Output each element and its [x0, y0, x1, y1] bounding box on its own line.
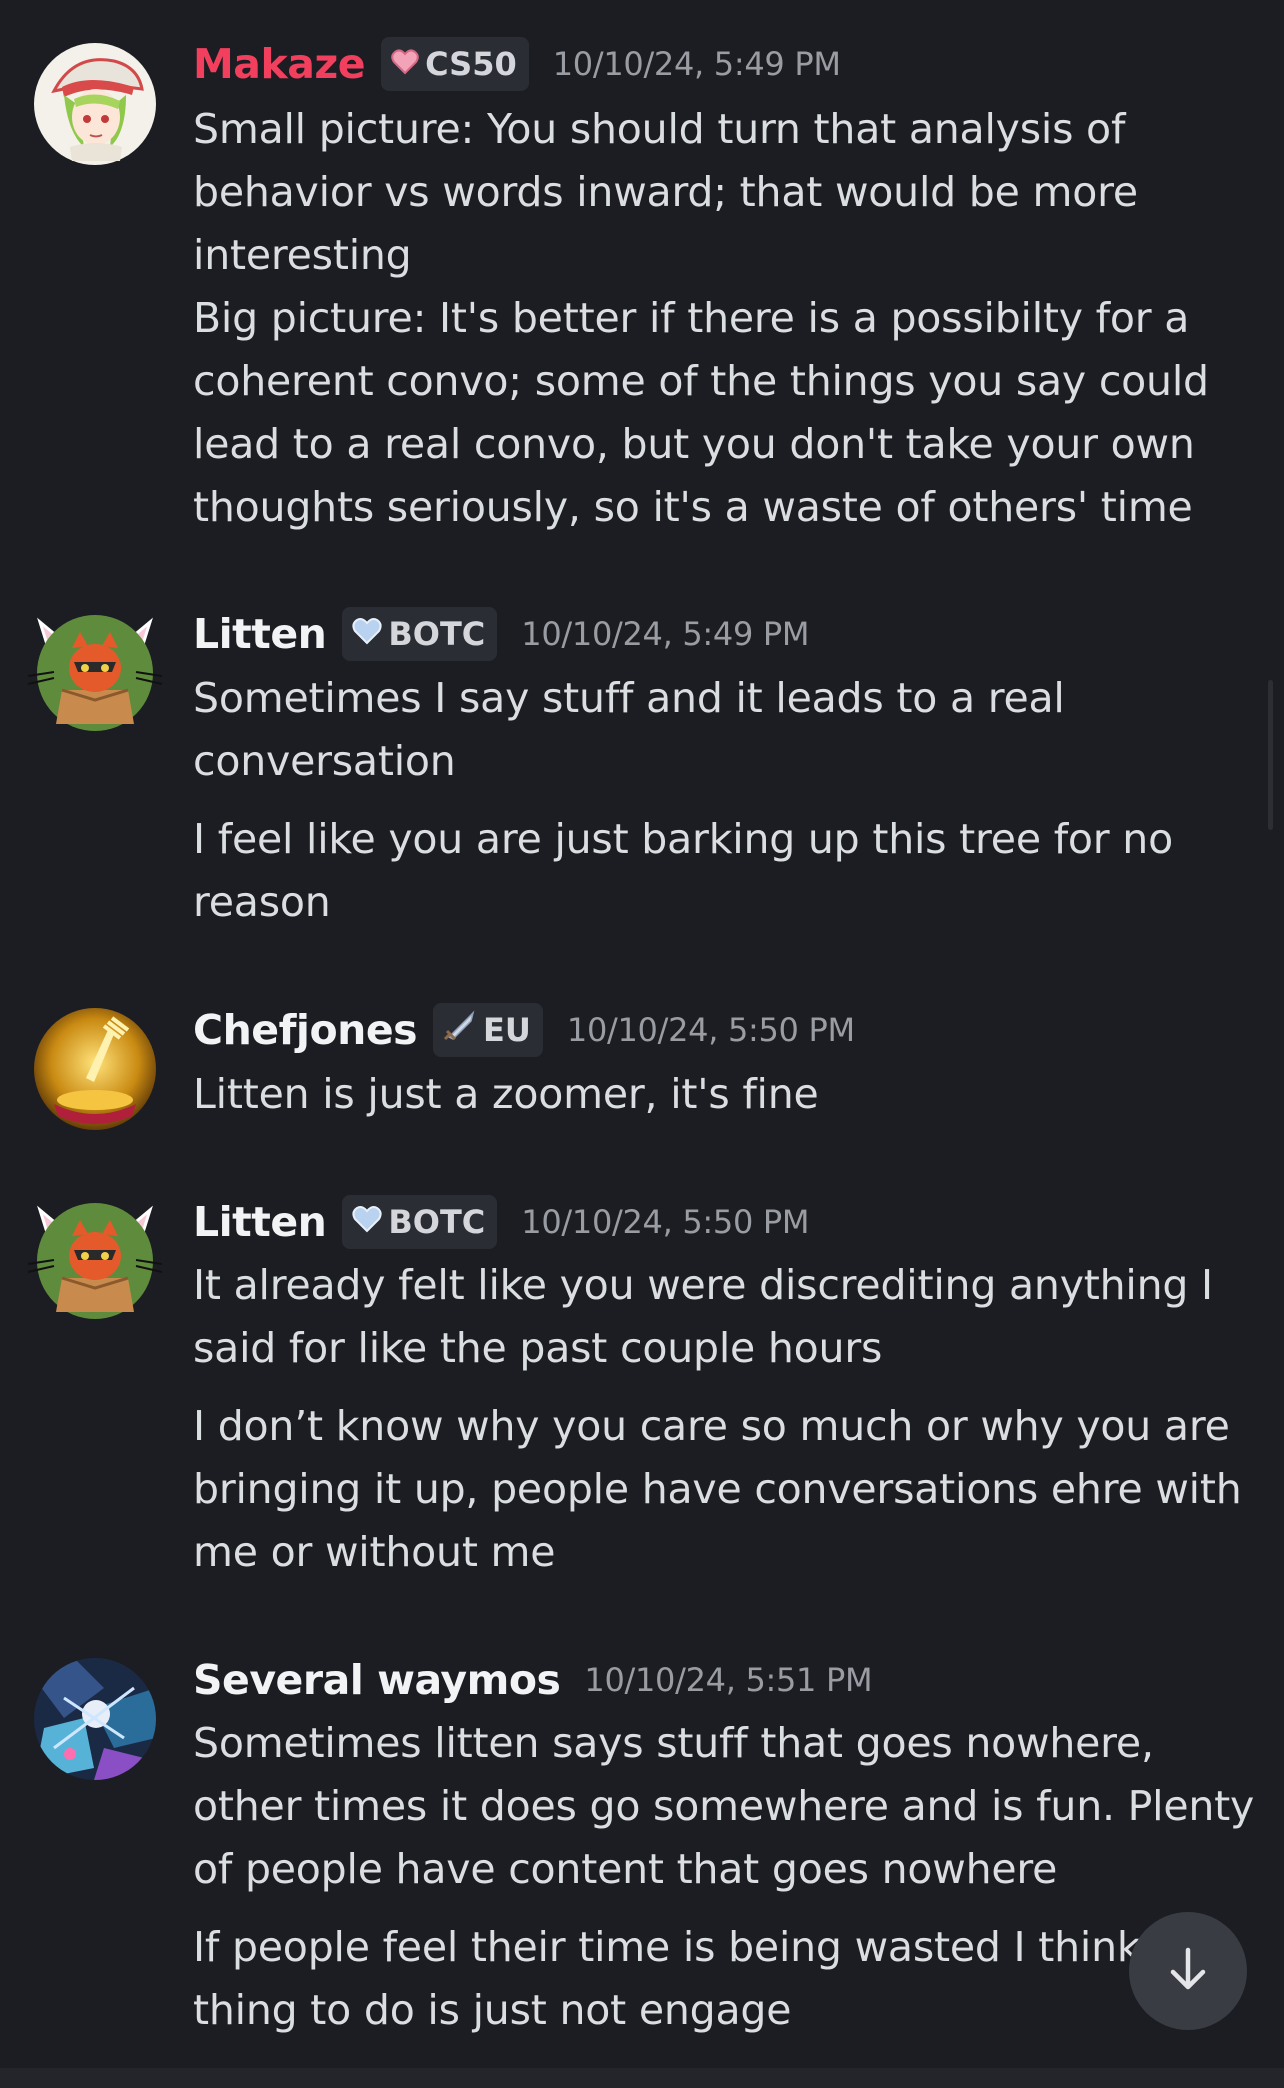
username[interactable]: Makaze — [193, 40, 366, 88]
message-line: thing to do is just not engage — [193, 1986, 792, 2034]
message-line: Litten is just a zoomer, it's fine — [193, 1070, 819, 1118]
message-header: Litten BOTC 10/10/24, 5:50 PM — [193, 1192, 809, 1252]
message-line: coherent convo; some of the things you s… — [193, 357, 1209, 405]
timestamp: 10/10/24, 5:49 PM — [521, 615, 810, 653]
message-line: thoughts seriously, so it's a waste of o… — [193, 483, 1193, 531]
avatar[interactable] — [34, 43, 156, 165]
guild-tag[interactable]: EU — [433, 1003, 543, 1057]
guild-tag-label: BOTC — [388, 615, 486, 653]
message-line: me or without me — [193, 1528, 556, 1576]
username[interactable]: Several waymos — [193, 1656, 561, 1704]
message-line: If people feel their time is being waste… — [193, 1923, 1141, 1971]
message-line: It already felt like you were discrediti… — [193, 1261, 1213, 1309]
chat-message-list[interactable]: Makaze CS50 10/10/24, 5:49 PM Small pict… — [0, 0, 1284, 2088]
message-line: conversation — [193, 737, 456, 785]
message-line: of people have content that goes nowhere — [193, 1845, 1058, 1893]
heart-icon — [352, 1203, 382, 1241]
message-line: said for like the past couple hours — [193, 1324, 883, 1372]
message-header: Chefjones EU 10/10/24, 5:50 PM — [193, 1000, 855, 1060]
message-line: reason — [193, 878, 331, 926]
guild-tag-label: CS50 — [425, 45, 517, 83]
sword-icon — [443, 1009, 477, 1051]
message-header: Makaze CS50 10/10/24, 5:49 PM — [193, 34, 841, 94]
guild-tag[interactable]: CS50 — [381, 37, 529, 91]
message-line: I don’t know why you care so much or why… — [193, 1402, 1230, 1450]
username[interactable]: Chefjones — [193, 1006, 418, 1054]
message-line: Big picture: It's better if there is a p… — [193, 294, 1190, 342]
timestamp: 10/10/24, 5:50 PM — [521, 1203, 810, 1241]
message-line: I feel like you are just barking up this… — [193, 815, 1173, 863]
avatar[interactable] — [27, 612, 163, 734]
username[interactable]: Litten — [193, 610, 327, 658]
message-line: bringing it up, people have conversation… — [193, 1465, 1242, 1513]
guild-tag-label: BOTC — [388, 1203, 486, 1241]
message-line: Sometimes I say stuff and it leads to a … — [193, 674, 1065, 722]
heart-icon — [352, 615, 382, 653]
timestamp: 10/10/24, 5:49 PM — [552, 45, 841, 83]
message-line: lead to a real convo, but you don't take… — [193, 420, 1195, 468]
avatar[interactable] — [27, 1200, 163, 1322]
message-header: Litten BOTC 10/10/24, 5:49 PM — [193, 604, 809, 664]
message-line: interesting — [193, 231, 412, 279]
avatar[interactable] — [34, 1658, 156, 1780]
guild-tag[interactable]: BOTC — [342, 1195, 498, 1249]
timestamp: 10/10/24, 5:51 PM — [584, 1661, 873, 1699]
timestamp: 10/10/24, 5:50 PM — [566, 1011, 855, 1049]
avatar[interactable] — [34, 1008, 156, 1130]
message-line: Small picture: You should turn that anal… — [193, 105, 1126, 153]
scrollbar-thumb[interactable] — [1268, 680, 1273, 830]
arrow-down-icon — [1161, 1942, 1215, 2000]
heart-icon — [391, 45, 419, 83]
jump-to-bottom-button[interactable] — [1129, 1912, 1247, 2030]
username[interactable]: Litten — [193, 1198, 327, 1246]
message-line: Sometimes litten says stuff that goes no… — [193, 1719, 1154, 1767]
guild-tag-label: EU — [483, 1011, 531, 1049]
message-header: Several waymos 10/10/24, 5:51 PM — [193, 1650, 873, 1710]
bottom-divider — [0, 2068, 1284, 2088]
message-line: other times it does go somewhere and is … — [193, 1782, 1255, 1830]
guild-tag[interactable]: BOTC — [342, 607, 498, 661]
message-line: behavior vs words inward; that would be … — [193, 168, 1138, 216]
